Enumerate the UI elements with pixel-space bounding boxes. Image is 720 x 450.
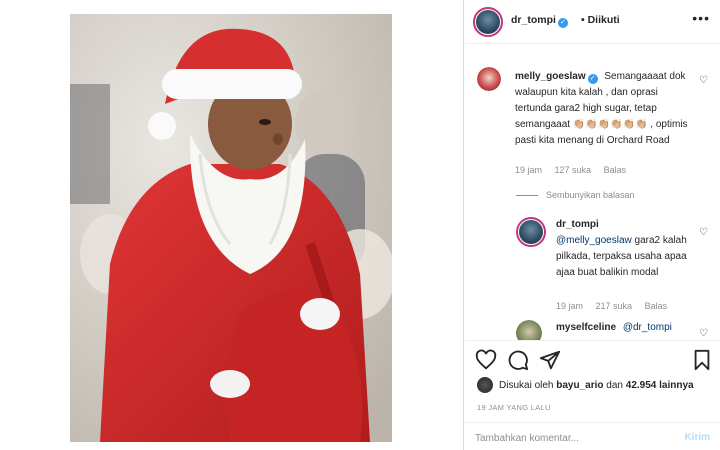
reply-button[interactable]: Balas <box>645 301 668 311</box>
reply-likes-count[interactable]: 217 suka <box>596 301 633 311</box>
like-heart-icon[interactable] <box>475 349 497 371</box>
reply-avatar[interactable] <box>516 217 546 247</box>
post-side-panel: dr_tompi ✓ • Diikuti ••• melly_goeslaw ✓ S… <box>465 0 720 450</box>
media-area <box>0 0 464 450</box>
reply-like-heart-icon[interactable]: ♡ <box>699 328 708 339</box>
reply-time: 19 jam <box>556 301 584 311</box>
reply-button[interactable]: Balas <box>604 165 627 175</box>
comment-bubble-icon[interactable] <box>507 349 529 371</box>
verified-badge-icon: ✓ <box>587 74 598 84</box>
verified-badge-icon: ✓ <box>557 18 568 28</box>
comment-text: melly_goeslaw ✓ Semangaaaat dok walaupun … <box>515 71 688 146</box>
liked-by: Disukai oleh bayu_ario dan 42.954 lainny… <box>477 377 694 393</box>
comment-username[interactable]: melly_goeslaw ✓ <box>515 71 598 84</box>
comment-likes-count[interactable]: 127 suka <box>555 165 592 175</box>
post-photo[interactable] <box>70 14 392 442</box>
hide-replies-button[interactable]: Sembunyikan balasan <box>516 190 635 200</box>
reply-like-heart-icon[interactable]: ♡ <box>699 227 708 238</box>
author-avatar[interactable] <box>473 7 503 37</box>
comment-like-heart-icon[interactable]: ♡ <box>699 75 708 86</box>
comment-time: 19 jam <box>515 165 543 175</box>
likes-count[interactable]: 42.954 lainnya <box>626 380 694 391</box>
liker-username[interactable]: bayu_ario <box>556 380 603 391</box>
more-options-icon[interactable]: ••• <box>692 10 710 26</box>
post-timestamp[interactable]: 19 JAM YANG LALU <box>477 403 551 412</box>
comment-composer: Kirim <box>465 422 720 450</box>
reply-avatar[interactable] <box>516 320 542 340</box>
reply-meta: 19 jam 217 suka Balas <box>556 301 677 311</box>
mention-link[interactable]: @melly_goeslaw <box>556 235 632 246</box>
reply-text: dr_tompi @melly_goeslaw gara2 kalah pilk… <box>556 217 696 281</box>
author-username[interactable]: dr_tompi ✓ <box>511 14 568 28</box>
commenter-avatar[interactable] <box>477 67 501 91</box>
post-header: dr_tompi ✓ • Diikuti ••• <box>465 0 720 44</box>
santa-photo-illustration <box>70 14 392 442</box>
liker-avatar[interactable] <box>477 377 493 393</box>
mention-link[interactable]: @dr_tompi <box>623 322 672 333</box>
follow-status[interactable]: • Diikuti <box>581 14 620 26</box>
comment-meta: 19 jam 127 suka Balas <box>515 165 636 175</box>
save-bookmark-icon[interactable] <box>691 349 713 371</box>
reply-username[interactable]: myselfceline <box>556 322 616 333</box>
post-actions: Disukai oleh bayu_ario dan 42.954 lainny… <box>465 340 720 450</box>
comment-input[interactable] <box>475 429 665 447</box>
instagram-post-view: dr_tompi ✓ • Diikuti ••• melly_goeslaw ✓ S… <box>0 0 720 450</box>
post-comment-button[interactable]: Kirim <box>684 432 710 443</box>
reply-username[interactable]: dr_tompi <box>556 217 692 233</box>
reply-text: myselfceline @dr_tompi <box>556 320 696 336</box>
share-paper-plane-icon[interactable] <box>539 349 561 371</box>
comments-list: melly_goeslaw ✓ Semangaaaat dok walaupun … <box>465 45 720 340</box>
